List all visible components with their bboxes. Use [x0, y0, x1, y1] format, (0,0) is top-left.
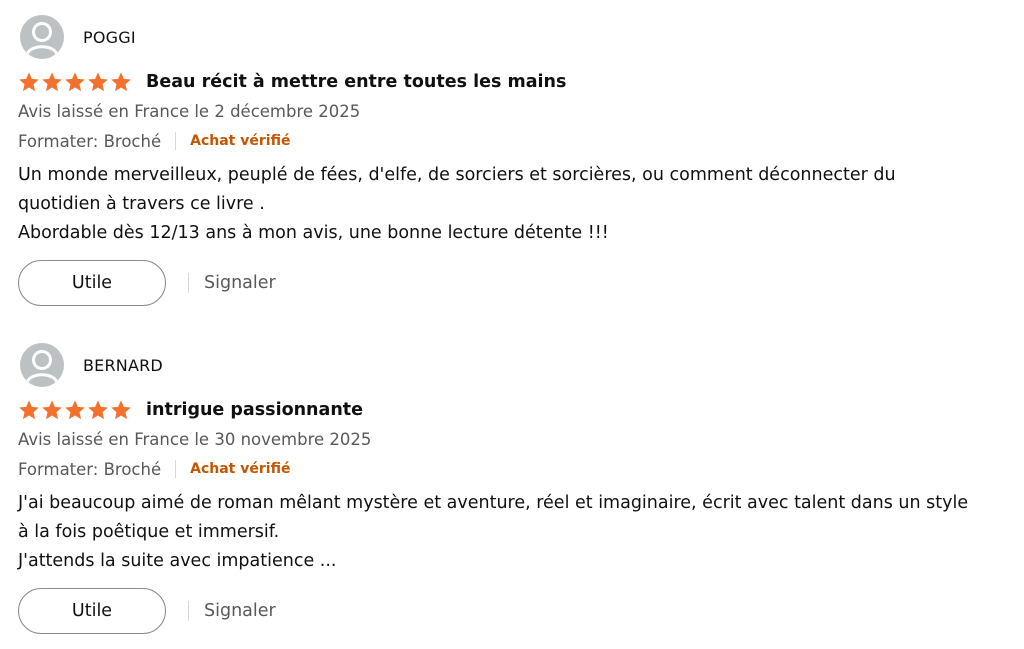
review-body: J'ai beaucoup aimé de roman mêlant mystè…	[18, 489, 1018, 576]
star-icon	[19, 72, 39, 92]
review-title[interactable]: Beau récit à mettre entre toutes les mai…	[146, 72, 566, 92]
user-avatar-icon	[20, 15, 64, 59]
format-label[interactable]: Formater: Broché	[18, 132, 161, 151]
review-date: Avis laissé en France le 2 décembre 2025	[18, 102, 361, 121]
star-icon	[88, 72, 108, 92]
user-avatar-icon	[20, 343, 64, 387]
star-icon	[42, 400, 62, 420]
review-card: BERNARD intrigue passionnante Avis laiss…	[18, 342, 1018, 634]
review-title[interactable]: intrigue passionnante	[146, 400, 363, 420]
reviewer-name[interactable]: POGGI	[83, 28, 136, 47]
star-icon	[19, 400, 39, 420]
verified-purchase-badge: Achat vérifié	[190, 461, 291, 477]
review-text-line: Abordable dès 12/13 ans à mon avis, une …	[18, 223, 609, 243]
report-link[interactable]: Signaler	[204, 601, 276, 621]
review-body: Un monde merveilleux, peuplé de fées, d'…	[18, 161, 1018, 248]
star-icon	[111, 72, 131, 92]
star-rating[interactable]	[18, 399, 132, 421]
star-icon	[65, 400, 85, 420]
divider	[175, 460, 177, 478]
review-card: POGGI Beau récit à mettre entre toutes l…	[18, 14, 1018, 306]
format-label[interactable]: Formater: Broché	[18, 460, 161, 479]
reviewer-profile[interactable]: POGGI	[18, 14, 1018, 60]
star-icon	[88, 400, 108, 420]
report-link[interactable]: Signaler	[204, 273, 276, 293]
star-icon	[111, 400, 131, 420]
star-icon	[65, 72, 85, 92]
reviewer-profile[interactable]: BERNARD	[18, 342, 1018, 388]
review-text-line: à la fois poêtique et immersif.	[18, 522, 280, 542]
review-text-line: J'attends la suite avec impatience ...	[18, 551, 337, 571]
review-text-line: J'ai beaucoup aimé de roman mêlant mystè…	[18, 493, 969, 513]
review-date: Avis laissé en France le 30 novembre 202…	[18, 430, 372, 449]
review-text-line: Un monde merveilleux, peuplé de fées, d'…	[18, 165, 896, 185]
helpful-button[interactable]: Utile	[18, 260, 166, 306]
divider	[188, 601, 189, 621]
verified-purchase-badge: Achat vérifié	[190, 133, 291, 149]
helpful-button[interactable]: Utile	[18, 588, 166, 634]
divider	[188, 273, 189, 293]
star-icon	[42, 72, 62, 92]
reviewer-name[interactable]: BERNARD	[83, 356, 163, 375]
divider	[175, 132, 177, 150]
star-rating[interactable]	[18, 71, 132, 93]
review-text-line: quotidien à travers ce livre .	[18, 194, 265, 214]
